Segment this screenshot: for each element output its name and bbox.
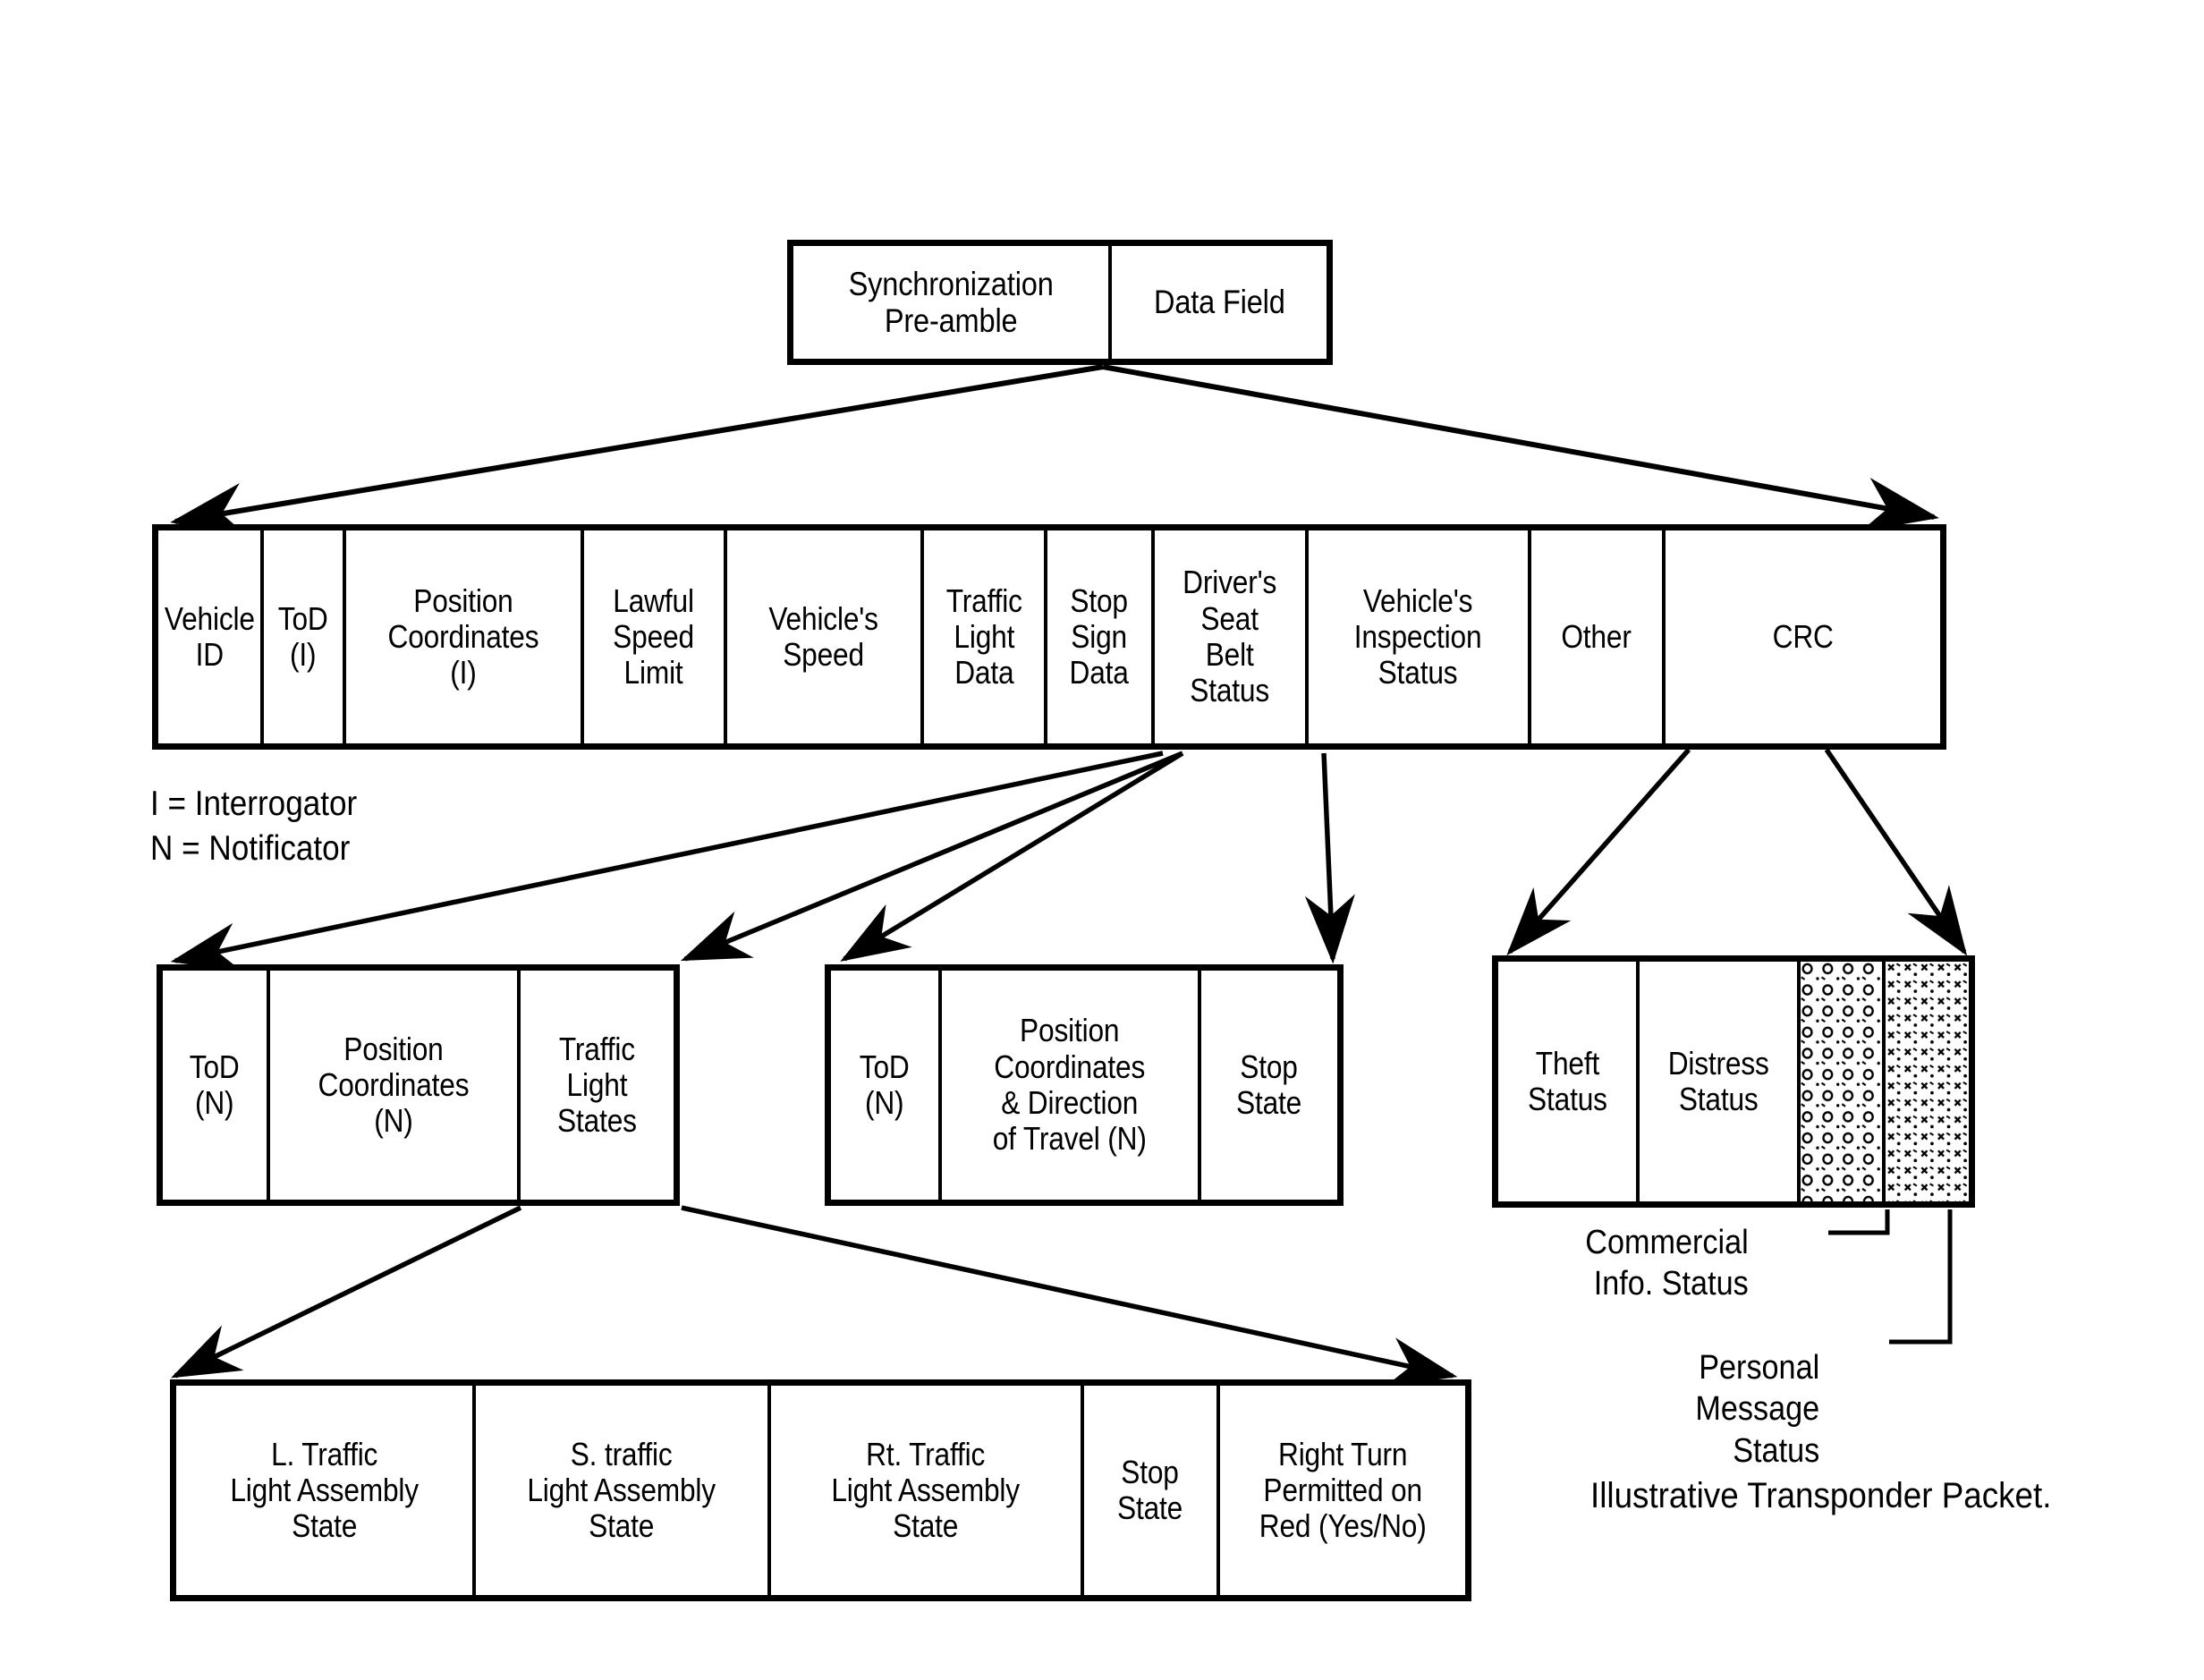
ssd-cell-tod-n: ToD (N) (831, 971, 942, 1200)
packet-cell-label: Synchronization Pre-amble (848, 265, 1054, 339)
field-cell-label: Vehicle ID (164, 599, 255, 673)
ssd-cell-position-coordinates-direction-n: Position Coordinates & Direction of Trav… (942, 971, 1201, 1200)
arrow-ssd-to-ss-right (1304, 752, 1355, 964)
ssd-cell-label: Stop State (1236, 1048, 1302, 1121)
figure-caption: Illustrative Transponder Packet. (1590, 1476, 2052, 1515)
tld-cell-traffic-light-states: Traffic Light States (521, 971, 674, 1200)
packet-cell-data-field: Data Field (1112, 246, 1327, 359)
ssd-cell-stop-state: Stop State (1201, 971, 1337, 1200)
field-cell-label: Stop Sign Data (1069, 581, 1130, 692)
arrow-datafield-to-left (170, 364, 1104, 538)
field-cell-label: Other (1561, 617, 1632, 655)
field-cell-label: Traffic Light Data (945, 581, 1022, 692)
ssd-cell-label: ToD (N) (860, 1048, 910, 1121)
other-cell-label: Theft Status (1527, 1044, 1607, 1117)
arrow-ssd-to-ss-left (840, 751, 1184, 962)
field-cell-drivers-seat-belt-status: Driver's Seat Belt Status (1155, 530, 1309, 743)
field-cell-vehicles-inspection-status: Vehicle's Inspection Status (1309, 530, 1531, 743)
tls-cell-stop-state: Stop State (1084, 1386, 1220, 1595)
tls-cell-right-traffic-light-assembly-state: Rt. Traffic Light Assembly State (771, 1386, 1084, 1595)
arrow-datafield-to-right (1102, 364, 1939, 532)
field-cell-label: Driver's Seat Belt Status (1183, 564, 1277, 709)
field-cell-label: Lawful Speed Limit (613, 581, 695, 692)
tls-cell-label: S. traffic Light Assembly State (527, 1435, 716, 1545)
field-cell-traffic-light-data: Traffic Light Data (924, 530, 1047, 743)
traffic-light-states-strip: L. Traffic Light Assembly State S. traff… (170, 1379, 1471, 1601)
tls-cell-label: Stop State (1117, 1453, 1183, 1526)
tld-cell-tod-n: ToD (N) (163, 971, 270, 1200)
field-cell-vehicles-speed: Vehicle's Speed (727, 530, 924, 743)
tld-cell-label: Position Coordinates (N) (318, 1030, 470, 1140)
other-cell-commercial-info-status (1801, 962, 1886, 1201)
arrow-tld-to-tl-right (680, 751, 1184, 962)
diagram-canvas: Synchronization Pre-amble Data Field Veh… (0, 0, 2204, 1680)
tls-cell-label: Rt. Traffic Light Assembly State (831, 1435, 1021, 1545)
arrow-crc-to-right (1824, 748, 1968, 956)
field-cell-crc: CRC (1666, 530, 1940, 743)
other-cell-theft-status: Theft Status (1498, 962, 1640, 1201)
leader-personal (1889, 1209, 1953, 1345)
packet-cell-sync-preamble: Synchronization Pre-amble (793, 246, 1112, 359)
other-cell-label: Distress Status (1667, 1044, 1769, 1117)
arrow-tls-to-left (171, 1205, 522, 1379)
data-field-strip: Vehicle ID ToD (I) Position Coordinates … (152, 524, 1946, 750)
field-cell-vehicle-id: Vehicle ID (158, 530, 264, 743)
field-cell-label: Position Coordinates (I) (387, 581, 539, 692)
tls-cell-label: Right Turn Permitted on Red (Yes/No) (1259, 1435, 1427, 1545)
field-cell-tod-i: ToD (I) (264, 530, 346, 743)
transponder-packet-frame: Synchronization Pre-amble Data Field (787, 240, 1333, 365)
callout-personal-message-status: Personal Message Status (1695, 1349, 1820, 1470)
other-field-strip: Theft Status Distress Status (1492, 955, 1975, 1208)
packet-cell-label: Data Field (1153, 284, 1285, 321)
ssd-cell-label: Position Coordinates & Direction of Trav… (993, 1012, 1147, 1158)
traffic-light-data-strip: ToD (N) Position Coordinates (N) Traffic… (157, 964, 680, 1206)
other-cell-distress-status: Distress Status (1640, 962, 1801, 1201)
tld-cell-label: Traffic Light States (557, 1030, 637, 1140)
field-cell-label: CRC (1772, 617, 1834, 655)
tls-cell-label: L. Traffic Light Assembly State (230, 1435, 419, 1545)
field-cell-position-coordinates-i: Position Coordinates (I) (346, 530, 584, 743)
other-cell-personal-message-status (1886, 962, 1969, 1201)
circles-pattern-icon (1801, 962, 1882, 1201)
field-cell-label: Vehicle's Speed (768, 599, 879, 673)
tls-cell-right-turn-permitted-on-red: Right Turn Permitted on Red (Yes/No) (1220, 1386, 1465, 1595)
arrow-tls-to-right (681, 1205, 1458, 1387)
field-cell-label: ToD (I) (278, 599, 328, 673)
field-cell-label: Vehicle's Inspection Status (1354, 581, 1482, 692)
stop-sign-data-strip: ToD (N) Position Coordinates & Direction… (825, 964, 1344, 1206)
legend-abbreviations: I = Interrogator N = Notificator (150, 785, 358, 868)
field-cell-lawful-speed-limit: Lawful Speed Limit (584, 530, 727, 743)
tls-cell-left-traffic-light-assembly-state: L. Traffic Light Assembly State (176, 1386, 476, 1595)
crosses-pattern-icon (1886, 962, 1969, 1201)
leader-commercial (1828, 1209, 1890, 1235)
arrow-other-to-left (1506, 748, 1691, 956)
field-cell-other: Other (1531, 530, 1666, 743)
tls-cell-straight-traffic-light-assembly-state: S. traffic Light Assembly State (476, 1386, 771, 1595)
tld-cell-position-coordinates-n: Position Coordinates (N) (270, 971, 521, 1200)
field-cell-stop-sign-data: Stop Sign Data (1047, 530, 1155, 743)
tld-cell-label: ToD (N) (190, 1048, 240, 1121)
callout-commercial-info-status: Commercial Info. Status (1585, 1224, 1749, 1303)
